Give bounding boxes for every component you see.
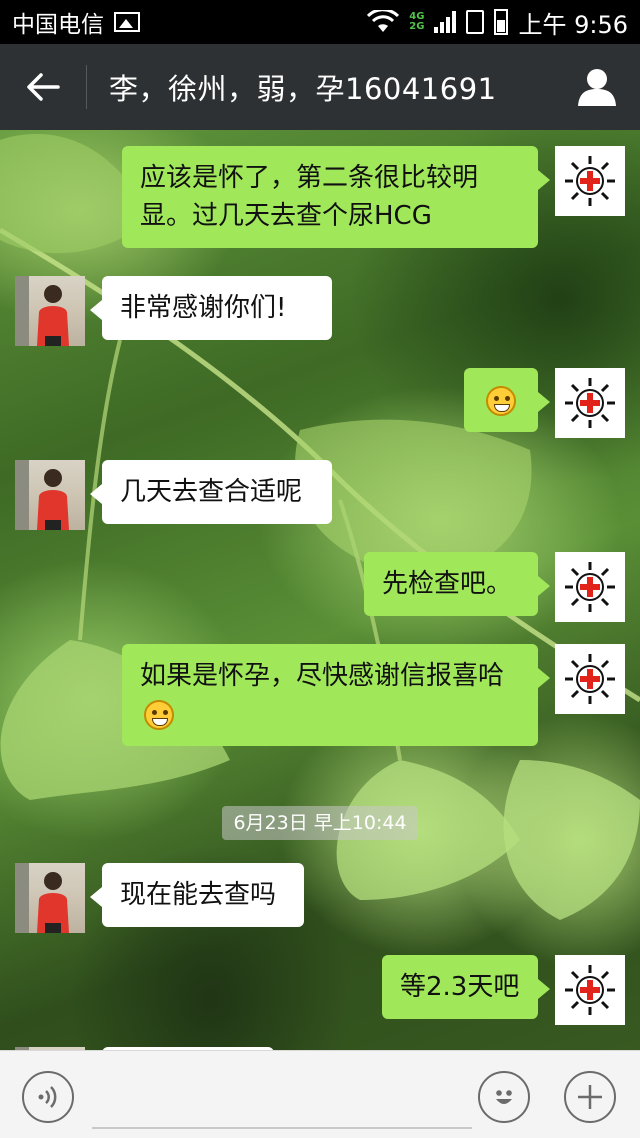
message-text: 等2.3天吧 [400,972,520,1002]
contact-photo [15,863,69,933]
message-text: 非常感谢你们! [120,293,287,323]
status-indicators: 4G 2G 上午 9:56 [367,5,628,40]
message-timestamp: 6月23日 早上10:44 [222,806,418,840]
network-type: 4G 2G [409,12,424,32]
message-text: 几天去查合适呢 [120,477,303,507]
incoming-message-bubble[interactable]: 现在能去查吗 [90,863,304,927]
message-text: 如果是怀孕，尽快感谢信报喜哈 [140,661,505,691]
sim-card-icon [466,10,485,34]
emoji-button[interactable] [478,1071,530,1123]
message-text: 先检查吧。 [382,569,513,599]
hospital-logo-icon [565,562,615,612]
hospital-avatar[interactable] [555,368,625,438]
hospital-logo-icon [565,654,615,704]
hospital-avatar[interactable] [555,552,625,622]
hospital-logo-icon [565,378,615,428]
person-icon [578,69,616,106]
outgoing-message-bubble[interactable]: 如果是怀孕，尽快感谢信报喜哈 [122,644,550,746]
outgoing-message-bubble[interactable]: 等2.3天吧 [382,955,550,1019]
wifi-icon [367,10,400,32]
hospital-logo-icon [565,156,615,206]
more-button[interactable] [564,1071,616,1123]
arrow-left-icon [27,73,60,101]
contact-avatar[interactable] [15,460,85,530]
plus-icon [578,1085,602,1109]
message-text: 应该是怀了，第二条很比较明显。过几天去查个尿HCG [140,163,479,231]
hospital-avatar[interactable] [555,644,625,714]
chat-info-button[interactable] [554,44,640,130]
outgoing-message-bubble[interactable] [464,368,550,432]
outgoing-message-bubble[interactable]: 应该是怀了，第二条很比较明显。过几天去查个尿HCG [122,146,550,248]
incoming-message-bubble[interactable]: 几天去查合适呢 [90,460,332,524]
status-time: 上午 9:56 [518,10,628,39]
message-list[interactable]: 应该是怀了，第二条很比较明显。过几天去查个尿HCG 非常感谢你们! 几天去查合适… [0,130,640,1050]
carrier-name: 中国电信 [12,12,104,38]
voice-button[interactable] [22,1071,74,1123]
message-text: 现在能去查吗 [120,880,277,910]
message-input[interactable] [92,1073,472,1129]
incoming-message-bubble[interactable]: 非常感谢你们! [90,276,332,340]
back-button[interactable] [0,44,86,130]
contact-avatar[interactable] [15,863,85,933]
signal-icon [434,11,457,33]
hospital-logo-icon [565,965,615,1015]
outgoing-message-bubble[interactable]: 先检查吧。 [364,552,550,616]
battery-icon [494,9,509,35]
hospital-avatar[interactable] [555,955,625,1025]
contact-photo [15,460,69,530]
input-bar [0,1050,640,1138]
grinning-face-icon [486,385,516,416]
network-type-bottom: 2G [409,21,425,32]
contact-photo [15,276,69,346]
status-bar: 中国电信 4G 2G 上午 9:56 [0,0,640,44]
chat-title: 李，徐州，弱，孕16041691 [109,72,497,106]
image-notification-icon [114,12,140,32]
voice-icon [38,1086,57,1108]
hospital-avatar[interactable] [555,146,625,216]
chat-header: 李，徐州，弱，孕16041691 [0,44,640,130]
header-divider [86,65,87,109]
smiley-icon [496,1090,512,1104]
thinking-face-icon [144,699,174,730]
contact-avatar[interactable] [15,276,85,346]
